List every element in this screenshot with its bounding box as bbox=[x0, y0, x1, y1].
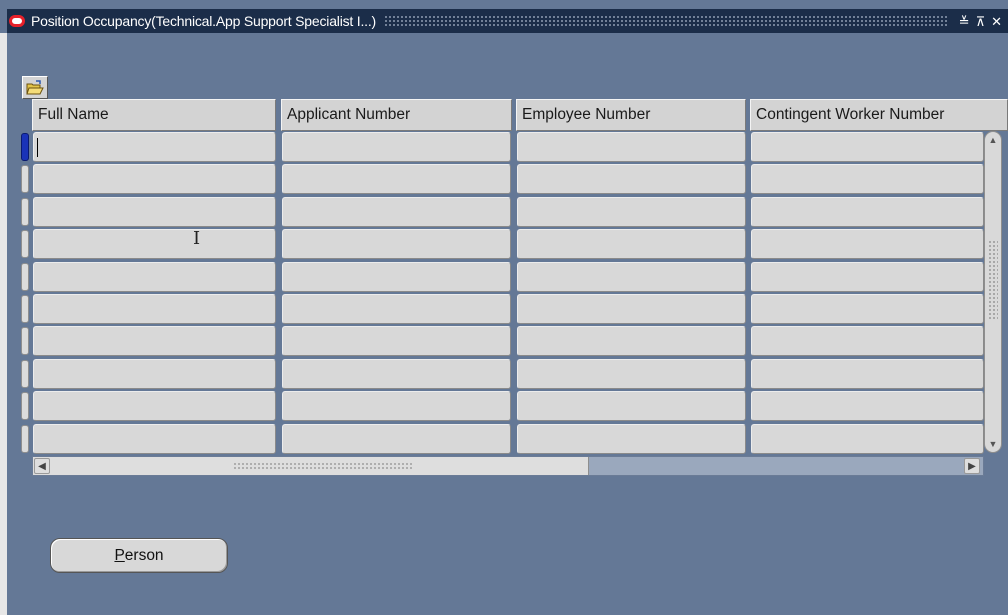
scroll-right-icon[interactable]: ▶ bbox=[964, 458, 980, 474]
row-selector[interactable] bbox=[21, 165, 29, 194]
cell-employee-number[interactable] bbox=[517, 229, 746, 260]
cell-full-name[interactable] bbox=[33, 294, 276, 324]
close-icon[interactable]: ✕ bbox=[991, 15, 1002, 28]
vertical-scrollbar[interactable]: ▲ ▼ bbox=[984, 131, 1002, 453]
window-title: Position Occupancy(Technical.App Support… bbox=[31, 13, 376, 29]
table-row bbox=[0, 390, 1008, 422]
cell-applicant-number[interactable] bbox=[282, 132, 511, 162]
cell-contingent-worker-number[interactable] bbox=[751, 261, 984, 292]
cell-contingent-worker-number[interactable] bbox=[751, 326, 984, 357]
cell-contingent-worker-number[interactable] bbox=[751, 164, 984, 195]
column-header-contingent-worker-number[interactable]: Contingent Worker Number bbox=[750, 99, 1008, 131]
cell-employee-number[interactable] bbox=[517, 423, 746, 454]
oracle-logo-icon bbox=[9, 15, 25, 27]
cell-applicant-number[interactable] bbox=[282, 164, 511, 195]
table-header: Full Name Applicant Number Employee Numb… bbox=[32, 99, 1008, 131]
cell-applicant-number[interactable] bbox=[282, 261, 511, 292]
cell-applicant-number[interactable] bbox=[282, 294, 511, 324]
table-row bbox=[0, 423, 1008, 455]
column-header-applicant-number[interactable]: Applicant Number bbox=[281, 99, 512, 131]
row-selector[interactable] bbox=[21, 133, 29, 161]
cell-employee-number[interactable] bbox=[517, 164, 746, 195]
cell-contingent-worker-number[interactable] bbox=[751, 391, 984, 422]
text-cursor-icon: I bbox=[193, 228, 201, 249]
row-selector[interactable] bbox=[21, 327, 29, 356]
cell-full-name[interactable] bbox=[33, 391, 276, 422]
cell-applicant-number[interactable] bbox=[282, 423, 511, 454]
scroll-down-icon[interactable]: ▼ bbox=[987, 438, 999, 450]
cell-contingent-worker-number[interactable] bbox=[751, 196, 984, 227]
cell-applicant-number[interactable] bbox=[282, 326, 511, 357]
cell-employee-number[interactable] bbox=[517, 294, 746, 324]
maximize-icon[interactable]: ⊼ bbox=[976, 15, 986, 28]
person-button-label: erson bbox=[124, 546, 164, 564]
cell-employee-number[interactable] bbox=[517, 261, 746, 292]
cell-applicant-number[interactable] bbox=[282, 358, 511, 389]
scrollbar-grip[interactable] bbox=[988, 240, 998, 320]
scrollbar-grip bbox=[233, 462, 413, 470]
titlebar-grip bbox=[384, 15, 949, 27]
data-grid bbox=[0, 131, 1008, 456]
row-selector[interactable] bbox=[21, 295, 29, 323]
cell-employee-number[interactable] bbox=[517, 326, 746, 357]
cell-full-name[interactable] bbox=[33, 261, 276, 292]
horizontal-scrollbar[interactable]: ◀ ▶ bbox=[32, 456, 984, 476]
cell-full-name[interactable] bbox=[33, 164, 276, 195]
cell-contingent-worker-number[interactable] bbox=[751, 358, 984, 389]
person-button-mnemonic: P bbox=[114, 546, 125, 564]
cell-applicant-number[interactable] bbox=[282, 391, 511, 422]
table-row bbox=[0, 131, 1008, 163]
cell-contingent-worker-number[interactable] bbox=[751, 229, 984, 260]
cell-applicant-number[interactable] bbox=[282, 196, 511, 227]
cell-employee-number[interactable] bbox=[517, 132, 746, 162]
cell-full-name[interactable] bbox=[33, 423, 276, 454]
cell-full-name[interactable] bbox=[33, 326, 276, 357]
folder-open-icon bbox=[26, 79, 44, 94]
cell-employee-number[interactable] bbox=[517, 358, 746, 389]
table-row bbox=[0, 261, 1008, 293]
cell-applicant-number[interactable] bbox=[282, 229, 511, 260]
table-row bbox=[0, 358, 1008, 390]
row-selector[interactable] bbox=[21, 424, 29, 453]
row-selector[interactable] bbox=[21, 262, 29, 291]
text-caret bbox=[37, 138, 38, 157]
column-header-full-name[interactable]: Full Name bbox=[32, 99, 276, 131]
cell-full-name[interactable] bbox=[33, 196, 276, 227]
scroll-left-icon[interactable]: ◀ bbox=[34, 458, 50, 474]
cell-full-name[interactable] bbox=[33, 132, 276, 162]
column-header-employee-number[interactable]: Employee Number bbox=[516, 99, 746, 131]
table-row bbox=[0, 325, 1008, 357]
cell-full-name[interactable] bbox=[33, 358, 276, 389]
cell-contingent-worker-number[interactable] bbox=[751, 294, 984, 324]
window-titlebar[interactable]: Position Occupancy(Technical.App Support… bbox=[7, 9, 1008, 33]
table-row bbox=[0, 196, 1008, 228]
open-folder-button[interactable] bbox=[22, 76, 48, 99]
cell-contingent-worker-number[interactable] bbox=[751, 132, 984, 162]
cell-contingent-worker-number[interactable] bbox=[751, 423, 984, 454]
scroll-up-icon[interactable]: ▲ bbox=[987, 134, 999, 146]
cell-full-name[interactable] bbox=[33, 229, 276, 260]
minimize-icon[interactable]: ≚ bbox=[959, 15, 970, 28]
row-selector[interactable] bbox=[21, 359, 29, 388]
row-selector[interactable] bbox=[21, 230, 29, 259]
cell-employee-number[interactable] bbox=[517, 196, 746, 227]
horizontal-scroll-thumb[interactable] bbox=[33, 457, 589, 475]
table-row bbox=[0, 293, 1008, 325]
cell-employee-number[interactable] bbox=[517, 391, 746, 422]
table-row bbox=[0, 163, 1008, 195]
person-button[interactable]: Person bbox=[50, 538, 228, 573]
row-selector[interactable] bbox=[21, 392, 29, 421]
row-selector[interactable] bbox=[21, 197, 29, 226]
table-row bbox=[0, 228, 1008, 260]
